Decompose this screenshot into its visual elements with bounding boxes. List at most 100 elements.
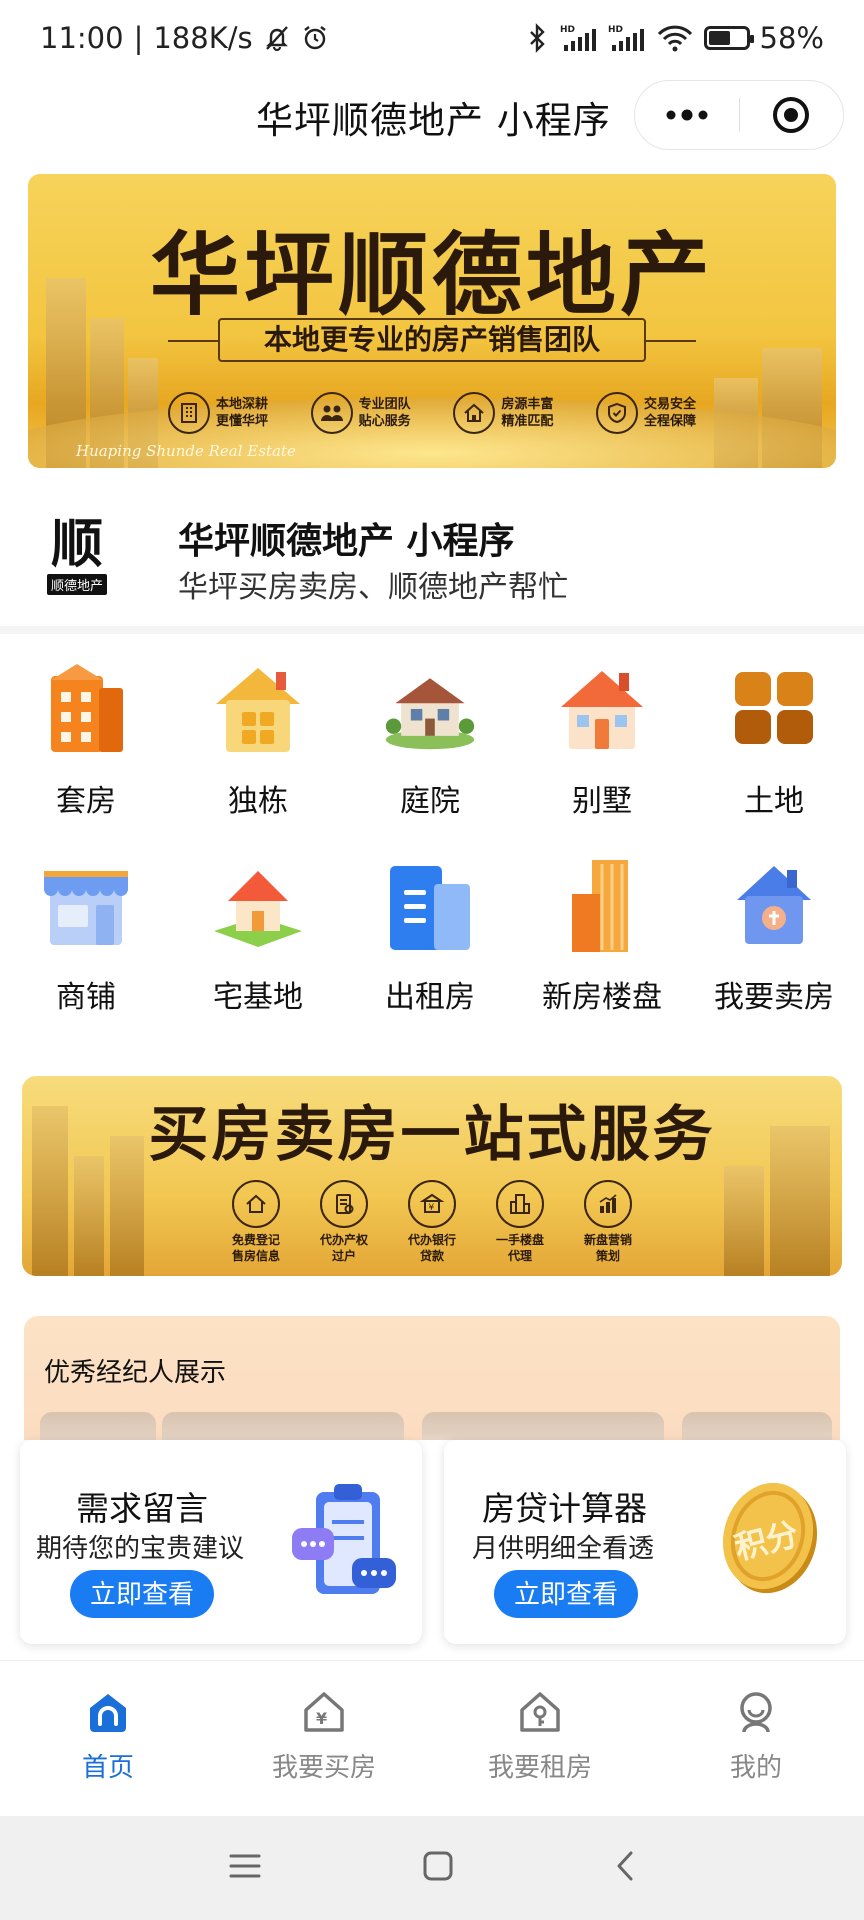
banner-headline: 华坪顺德地产: [150, 222, 714, 328]
category-label: 土地: [744, 784, 804, 819]
service-banner[interactable]: 买房卖房一站式服务 免费登记 售房信息 代办产权 过户 ¥ 代办银行 贷款 一手楼盘代…: [22, 1076, 842, 1276]
tab-home[interactable]: 首页: [0, 1661, 216, 1816]
banner2-building-left-2: [74, 1156, 104, 1276]
feedback-card-subtitle: 期待您的宝贵建议: [36, 1534, 245, 1564]
category-item-apartment[interactable]: 套房: [0, 660, 172, 830]
agents-title: 优秀经纪人展示: [44, 1358, 227, 1388]
status-right: HD HD 58%: [524, 21, 824, 55]
shield-icon: [595, 392, 638, 434]
title-bar: 华坪顺德地产 小程序: [0, 76, 864, 156]
chart-icon: [584, 1180, 632, 1228]
status-divider: |: [133, 21, 144, 55]
tab-label: 我要买房: [271, 1753, 376, 1783]
home-square-icon[interactable]: [422, 1850, 454, 1886]
coin-icon: 积分: [716, 1476, 824, 1600]
service-feature-line2: 策划: [595, 1249, 620, 1263]
menu-icon[interactable]: [228, 1851, 262, 1885]
tab-label: 我的: [729, 1753, 782, 1783]
document-icon: [320, 1180, 368, 1228]
category-label: 独栋: [228, 784, 288, 819]
team-icon: [310, 392, 353, 434]
hero-banner[interactable]: 华坪顺德地产 本地更专业的房产销售团队 本地深耕 更懂华坪 专业团队 贴心服务 房源…: [28, 174, 836, 468]
category-label: 我要卖房: [714, 980, 834, 1015]
banner-feature-line2: 全程保障: [643, 414, 696, 429]
section-divider: [0, 626, 864, 634]
app-name: 华坪顺德地产 小程序: [178, 521, 515, 562]
service-feature: 一手楼盘 代理: [476, 1180, 564, 1264]
svg-text:HD: HD: [608, 25, 623, 35]
mortgage-view-button[interactable]: 立即查看: [494, 1570, 639, 1618]
category-label: 商铺: [56, 980, 116, 1015]
feedback-view-button[interactable]: 立即查看: [70, 1570, 215, 1618]
feedback-card[interactable]: 需求留言 期待您的宝贵建议 立即查看: [20, 1440, 422, 1644]
category-item-single-house[interactable]: 独栋: [172, 660, 344, 830]
agent-card[interactable]: [682, 1412, 832, 1440]
banner-feature-line1: 本地深耕: [216, 397, 269, 412]
category-label: 别墅: [572, 784, 632, 819]
tower-icon: [496, 1180, 544, 1228]
banner-feature-line1: 专业团队: [358, 397, 411, 412]
signal-hd-icon-1: HD: [560, 23, 598, 53]
house-icon: [453, 392, 496, 434]
home-tab-icon: [83, 1687, 133, 1737]
banner-feature-line2: 精准匹配: [501, 414, 554, 429]
message-board-icon: [290, 1478, 402, 1610]
tab-label: 首页: [81, 1753, 134, 1783]
mortgage-card-subtitle: 月供明细全看透: [472, 1534, 655, 1564]
agent-card[interactable]: [422, 1412, 664, 1440]
category-label: 套房: [56, 784, 116, 819]
category-item-shop[interactable]: 商铺: [0, 856, 172, 1026]
feedback-card-title: 需求留言: [76, 1489, 208, 1528]
category-label: 新房楼盘: [542, 980, 662, 1015]
category-item-rental[interactable]: 出租房: [344, 856, 516, 1026]
banner-feature-line1: 房源丰富: [501, 397, 554, 412]
villa-icon: [554, 660, 650, 756]
target-close-icon: [773, 97, 810, 133]
agent-card[interactable]: [40, 1412, 156, 1440]
apartment-icon: [38, 660, 134, 756]
app-info: 顺 顺德地产 华坪顺德地产 小程序 华坪买房卖房、顺德地产帮忙: [0, 486, 864, 626]
category-item-homestead[interactable]: 宅基地: [172, 856, 344, 1026]
category-item-new-building[interactable]: 新房楼盘: [516, 856, 688, 1026]
back-arrow-icon[interactable]: [614, 1850, 636, 1886]
page-title: 华坪顺德地产 小程序: [256, 99, 611, 142]
banner2-building-right-2: [724, 1166, 764, 1276]
svg-text:HD: HD: [560, 25, 575, 35]
close-miniprogram-button[interactable]: [740, 81, 844, 149]
service-feature-line2: 贷款: [419, 1249, 444, 1263]
status-time: 11:00: [40, 21, 124, 55]
more-menu-button[interactable]: [635, 81, 739, 149]
rent-house-icon: [515, 1687, 565, 1737]
banner-feature: 交易安全 全程保障: [595, 392, 696, 434]
service-feature-line1: 一手楼盘: [495, 1233, 544, 1247]
tab-rent-house[interactable]: 我要租房: [432, 1661, 648, 1816]
tab-buy-house[interactable]: ¥ 我要买房: [216, 1661, 432, 1816]
battery-percent: 58%: [759, 21, 824, 55]
mortgage-calculator-card[interactable]: 房贷计算器 月供明细全看透 立即查看 积分: [444, 1440, 846, 1644]
category-item-land[interactable]: 土地: [688, 660, 860, 830]
category-item-sell-house[interactable]: 我要卖房: [688, 856, 860, 1026]
banner-feature-line1: 交易安全: [643, 397, 696, 412]
logo-glyph: 顺: [50, 514, 103, 575]
building-icon: [168, 392, 210, 434]
service-feature: 新盘营销 策划: [564, 1180, 652, 1264]
service-banner-headline: 买房卖房一站式服务: [148, 1100, 716, 1170]
mortgage-card-title: 房贷计算器: [482, 1489, 647, 1528]
service-feature-line1: 免费登记: [231, 1233, 280, 1247]
service-feature: 免费登记 售房信息: [212, 1180, 300, 1264]
rental-icon: [382, 856, 478, 952]
service-feature-line2: 代理: [507, 1249, 532, 1263]
category-item-courtyard[interactable]: 庭院: [344, 660, 516, 830]
tab-profile[interactable]: 我的: [648, 1661, 864, 1816]
courtyard-icon: [382, 660, 478, 756]
app-description: 华坪买房卖房、顺德地产帮忙: [178, 570, 568, 605]
agent-card[interactable]: [162, 1412, 404, 1440]
banner-deco-line-left: [168, 340, 218, 342]
category-item-villa[interactable]: 别墅: [516, 660, 688, 830]
land-icon: [726, 660, 822, 756]
status-net-speed: 188K/s: [153, 21, 253, 55]
banner-subline: 本地更专业的房产销售团队: [218, 318, 646, 362]
service-banner-features: 免费登记 售房信息 代办产权 过户 ¥ 代办银行 贷款 一手楼盘 代理 新盘营销 策划: [212, 1180, 652, 1264]
logo-tag: 顺德地产: [46, 574, 107, 595]
service-feature-line1: 代办产权: [319, 1233, 368, 1247]
